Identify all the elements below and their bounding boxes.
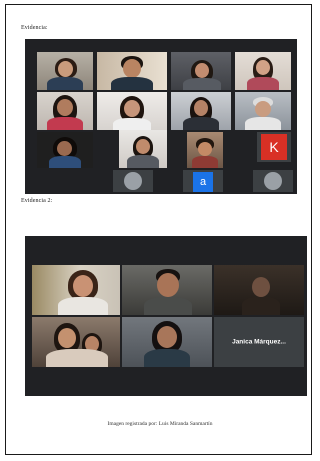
meeting-screenshot-2: Janica Márquez... <box>25 236 307 396</box>
participant-video-tile <box>122 317 212 367</box>
participant-video-tile <box>97 92 167 130</box>
participant-video-tile <box>171 92 231 130</box>
participant-video-tile <box>119 130 167 168</box>
evidence-caption-1: Evidencia: <box>21 25 48 31</box>
avatar: a <box>193 172 213 192</box>
avatar <box>264 172 282 190</box>
participant-avatar-tile: K <box>257 132 291 162</box>
participant-avatar-tile: a <box>183 170 223 192</box>
participant-video-tile <box>187 132 223 168</box>
participant-video-tile <box>235 92 291 130</box>
image-credit: Imagen registrada por: Luis Miranda Sanm… <box>107 421 213 427</box>
avatar <box>124 172 142 190</box>
participant-video-tile <box>97 52 167 90</box>
participant-video-tile-active-speaker <box>214 265 304 315</box>
participant-video-tile <box>32 317 120 367</box>
avatar: K <box>261 134 287 160</box>
participant-video-tile <box>235 52 291 90</box>
participant-name-tile: Janica Márquez... <box>214 317 304 367</box>
participant-video-tile <box>171 52 231 90</box>
participant-video-tile <box>32 265 120 315</box>
participant-avatar-tile <box>253 170 293 192</box>
participant-video-tile <box>37 132 93 168</box>
participant-name: Janica Márquez... <box>232 338 286 346</box>
participant-video-tile <box>37 52 93 90</box>
participant-video-tile <box>37 92 93 130</box>
evidence-caption-2: Evidencia 2: <box>21 198 53 204</box>
participant-video-tile <box>122 265 212 315</box>
meeting-screenshot-1: K a <box>25 39 297 194</box>
participant-avatar-tile <box>113 170 153 192</box>
